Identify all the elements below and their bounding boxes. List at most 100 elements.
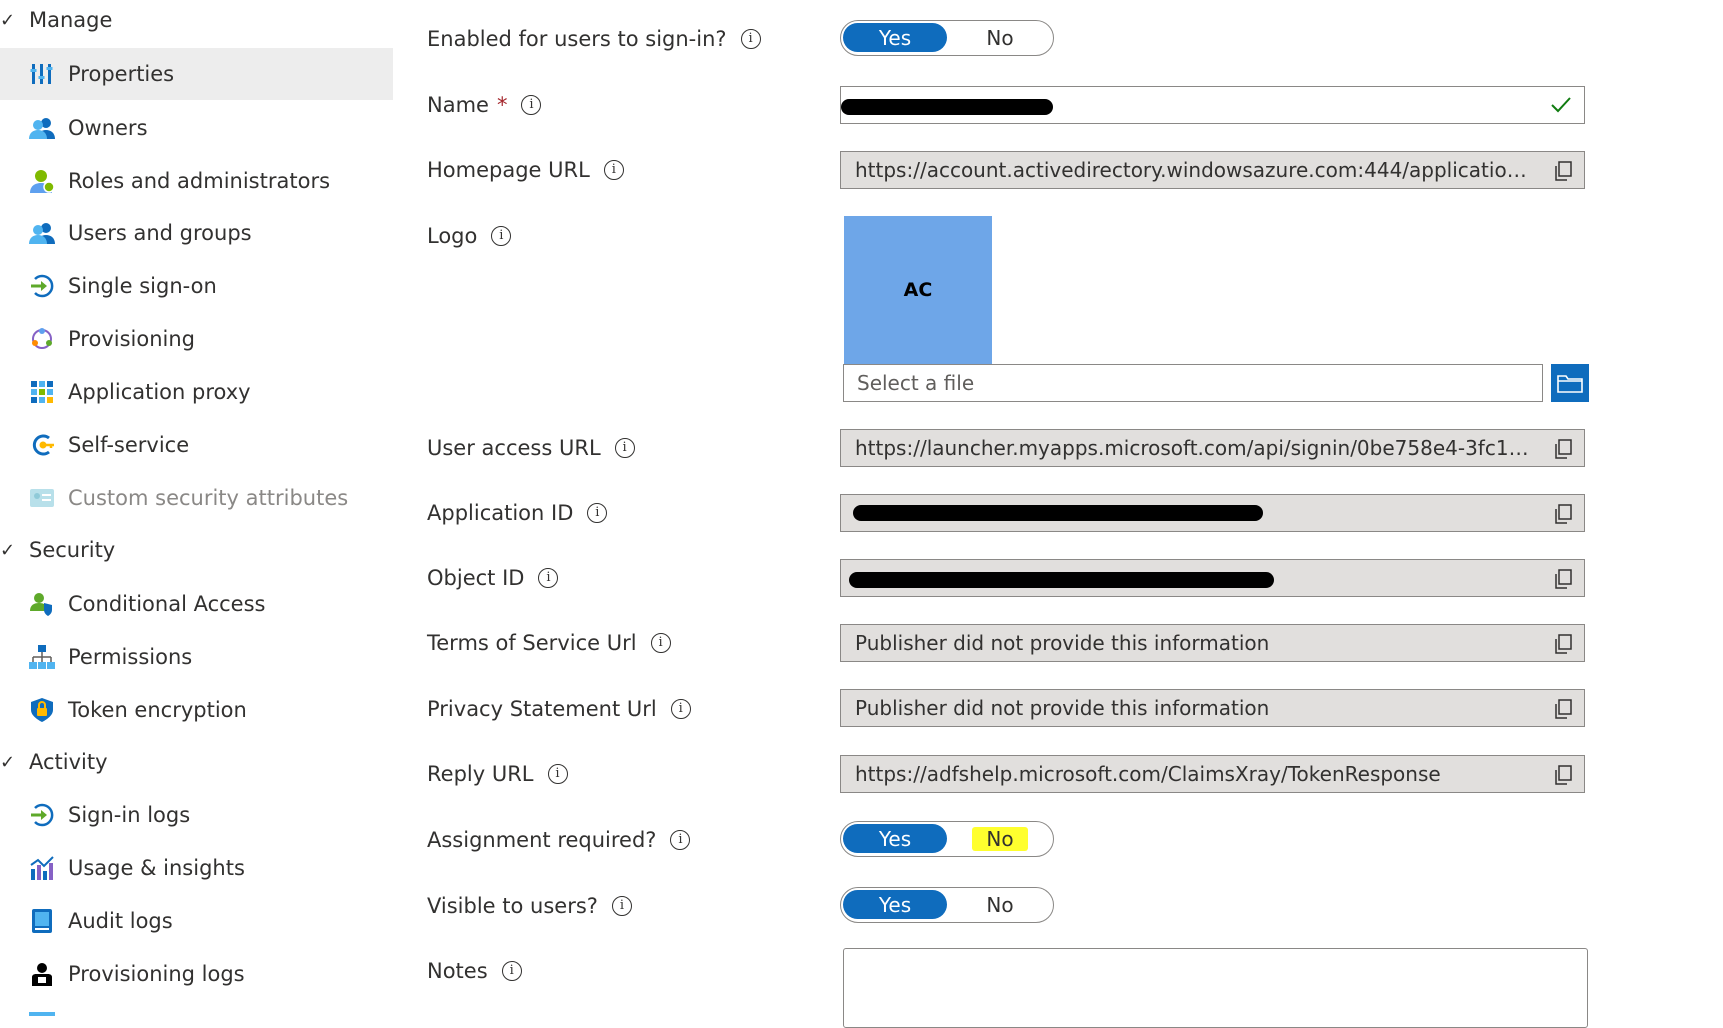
info-icon[interactable]: i <box>670 830 691 850</box>
info-icon[interactable]: i <box>614 438 635 458</box>
token-encryption-icon <box>31 698 53 722</box>
owners-icon <box>29 118 55 139</box>
sidebar-item-usage-insights[interactable]: Usage & insights <box>0 842 393 894</box>
properties-icon <box>30 64 53 84</box>
sidebar-item-label: Custom security attributes <box>68 486 349 510</box>
assignment-required-label-text: Assignment required? <box>427 828 657 852</box>
sidebar-item-label: Provisioning <box>68 327 195 351</box>
sidebar-nav: ✓ Manage Properties Owners Roles and adm… <box>0 0 393 1016</box>
sidebar-item-owners[interactable]: Owners <box>0 102 393 154</box>
usage-insights-icon <box>30 856 54 880</box>
sidebar-item-label: Roles and administrators <box>68 169 331 193</box>
application-id-field[interactable] <box>840 494 1585 532</box>
info-icon[interactable]: i <box>740 29 761 49</box>
self-service-icon <box>32 434 54 456</box>
audit-logs-icon <box>32 909 52 933</box>
info-icon[interactable]: i <box>491 226 512 246</box>
browse-file-button[interactable] <box>1551 364 1589 402</box>
info-icon[interactable]: i <box>501 961 522 981</box>
sidebar-item-application-proxy[interactable]: Application proxy <box>0 366 393 418</box>
sidebar-item-provisioning[interactable]: Provisioning <box>0 313 393 365</box>
sidebar-item-self-service[interactable]: Self-service <box>0 419 393 471</box>
sidebar-item-properties[interactable]: Properties <box>0 48 393 100</box>
sidebar-item-label: Usage & insights <box>68 856 245 880</box>
assignment-no-option[interactable]: No <box>949 824 1051 853</box>
copy-icon[interactable] <box>1554 765 1572 785</box>
info-icon[interactable]: i <box>538 568 559 588</box>
assignment-yes-option[interactable]: Yes <box>843 824 947 853</box>
info-icon[interactable]: i <box>650 633 671 653</box>
terms-url-value: Publisher did not provide this informati… <box>855 631 1270 655</box>
visible-no-option[interactable]: No <box>949 890 1051 919</box>
enabled-label: Enabled for users to sign-in? i <box>427 27 761 51</box>
sidebar-item-provisioning-logs[interactable]: Provisioning logs <box>0 948 393 1000</box>
homepage-url-value: https://account.activedirectory.windowsa… <box>855 158 1534 182</box>
collapse-chevron-icon: ✓ <box>0 9 16 31</box>
sidebar-item-audit-logs[interactable]: Audit logs <box>0 895 393 947</box>
name-input[interactable] <box>840 86 1585 124</box>
copy-icon[interactable] <box>1554 699 1572 719</box>
sign-in-logs-icon <box>31 803 54 827</box>
notes-textarea[interactable] <box>843 948 1588 1028</box>
info-icon[interactable]: i <box>670 699 691 719</box>
reply-url-field[interactable]: https://adfshelp.microsoft.com/ClaimsXra… <box>840 755 1585 793</box>
name-label: Name * i <box>427 93 542 117</box>
privacy-url-label: Privacy Statement Url i <box>427 697 691 721</box>
visible-to-users-toggle[interactable]: Yes No <box>840 887 1054 923</box>
visible-to-users-label-text: Visible to users? <box>427 894 598 918</box>
info-icon[interactable]: i <box>611 896 632 916</box>
enabled-yes-option[interactable]: Yes <box>843 23 947 52</box>
sidebar-item-permissions[interactable]: Permissions <box>0 631 393 683</box>
terms-url-field[interactable]: Publisher did not provide this informati… <box>840 624 1585 662</box>
redaction-mark <box>849 572 1274 588</box>
object-id-field[interactable] <box>840 559 1585 597</box>
privacy-url-value: Publisher did not provide this informati… <box>855 696 1270 720</box>
logo-file-input[interactable] <box>843 364 1543 402</box>
folder-icon <box>1557 375 1583 393</box>
required-asterisk: * <box>496 93 508 117</box>
sidebar-item-label: Users and groups <box>68 221 252 245</box>
sidebar-item-label: Single sign-on <box>68 274 217 298</box>
permissions-icon <box>29 645 55 669</box>
enabled-label-text: Enabled for users to sign-in? <box>427 27 727 51</box>
sidebar-item-custom-security-attributes[interactable]: Custom security attributes <box>0 472 393 524</box>
copy-icon[interactable] <box>1554 504 1572 524</box>
user-access-url-field[interactable]: https://launcher.myapps.microsoft.com/ap… <box>840 429 1585 467</box>
sidebar-item-conditional-access[interactable]: Conditional Access <box>0 578 393 630</box>
visible-yes-option[interactable]: Yes <box>843 890 947 919</box>
sidebar-item-single-sign-on[interactable]: Single sign-on <box>0 260 393 312</box>
sidebar-item-label: Properties <box>68 62 175 86</box>
copy-icon[interactable] <box>1554 439 1572 459</box>
logo-preview: AC <box>844 216 992 364</box>
section-header-activity[interactable]: ✓ Activity <box>0 742 393 782</box>
reply-url-label-text: Reply URL <box>427 762 534 786</box>
section-header-label: Security <box>29 538 116 562</box>
info-icon[interactable]: i <box>587 503 608 523</box>
sidebar-item-sign-in-logs[interactable]: Sign-in logs <box>0 789 393 841</box>
privacy-url-field[interactable]: Publisher did not provide this informati… <box>840 689 1585 727</box>
info-icon[interactable]: i <box>547 764 568 784</box>
homepage-url-label-text: Homepage URL <box>427 158 590 182</box>
homepage-url-field[interactable]: https://account.activedirectory.windowsa… <box>840 151 1585 189</box>
sidebar-item-label: Self-service <box>68 433 190 457</box>
assignment-required-label: Assignment required? i <box>427 828 691 852</box>
copy-icon[interactable] <box>1554 634 1572 654</box>
enabled-toggle[interactable]: Yes No <box>840 20 1054 56</box>
enabled-no-option[interactable]: No <box>949 23 1051 52</box>
copy-icon[interactable] <box>1554 569 1572 589</box>
section-header-label: Manage <box>29 8 113 32</box>
info-icon[interactable]: i <box>521 95 542 115</box>
section-header-manage[interactable]: ✓ Manage <box>0 0 393 40</box>
info-icon[interactable]: i <box>603 160 624 180</box>
valid-check-icon <box>1551 97 1571 113</box>
users-groups-icon <box>29 223 55 244</box>
section-header-security[interactable]: ✓ Security <box>0 530 393 570</box>
object-id-label: Object ID i <box>427 566 559 590</box>
sidebar-item-label: Permissions <box>68 645 193 669</box>
terms-url-label-text: Terms of Service Url <box>427 631 637 655</box>
sidebar-item-roles[interactable]: Roles and administrators <box>0 155 393 207</box>
copy-icon[interactable] <box>1554 161 1572 181</box>
sidebar-item-users-and-groups[interactable]: Users and groups <box>0 207 393 259</box>
sidebar-item-token-encryption[interactable]: Token encryption <box>0 684 393 736</box>
assignment-required-toggle[interactable]: Yes No <box>840 821 1054 857</box>
